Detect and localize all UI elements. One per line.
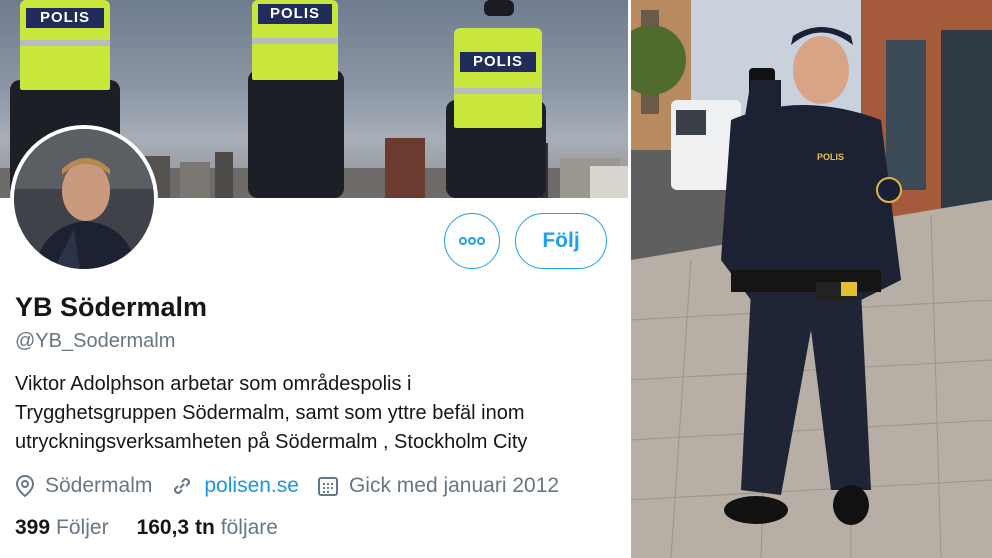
following-label: Följer xyxy=(56,516,109,539)
followers-count: 160,3 tn xyxy=(136,516,215,539)
polis-label: POLIS xyxy=(460,52,536,72)
more-dots-icon xyxy=(459,237,485,245)
joined-item: Gick med januari 2012 xyxy=(317,474,559,498)
officer-figure: POLIS xyxy=(440,0,555,198)
website-item[interactable]: polisen.se xyxy=(170,474,299,498)
joined-text: Gick med januari 2012 xyxy=(348,474,560,497)
twitter-profile-panel: POLIS POLIS POLIS Följ YB Södermalm @YB_… xyxy=(0,0,628,558)
profile-meta: Södermalm polisen.se Gick med januari 20… xyxy=(15,472,577,500)
calendar-icon xyxy=(317,477,338,496)
more-options-button[interactable] xyxy=(444,213,500,269)
officer-street-photo: POLIS xyxy=(631,0,992,558)
follow-button[interactable]: Följ xyxy=(515,213,607,269)
location-pin-icon xyxy=(15,474,35,498)
bio-line: Viktor Adolphson arbetar som områdespoli… xyxy=(15,373,412,395)
bio-line: Trygghetsgruppen Södermalm, samt som ytt… xyxy=(15,402,525,424)
avatar-photo xyxy=(14,129,154,269)
followers-label: följare xyxy=(220,516,278,539)
polis-label: POLIS xyxy=(26,8,104,28)
profile-stats: 399 Följer 160,3 tn följare xyxy=(15,516,306,540)
profile-name: YB Södermalm xyxy=(15,292,208,322)
followers-stat[interactable]: 160,3 tn följare xyxy=(137,516,278,540)
location-item: Södermalm xyxy=(15,474,152,498)
officer-figure: POLIS xyxy=(240,0,350,198)
profile-handle: @YB_Sodermalm xyxy=(15,330,176,352)
bio-line: utryckningsverksamheten på Södermalm , S… xyxy=(15,431,528,453)
profile-avatar[interactable] xyxy=(10,125,158,273)
uniform-badge-label: POLIS xyxy=(817,152,845,162)
street-scene xyxy=(631,0,992,558)
following-count: 399 xyxy=(15,516,51,539)
polis-label: POLIS xyxy=(258,4,332,24)
profile-bio: Viktor Adolphson arbetar som områdespoli… xyxy=(15,370,615,457)
following-stat[interactable]: 399 Följer xyxy=(15,516,109,540)
link-icon xyxy=(174,477,191,495)
website-link[interactable]: polisen.se xyxy=(204,474,299,498)
location-text: Södermalm xyxy=(45,474,153,497)
